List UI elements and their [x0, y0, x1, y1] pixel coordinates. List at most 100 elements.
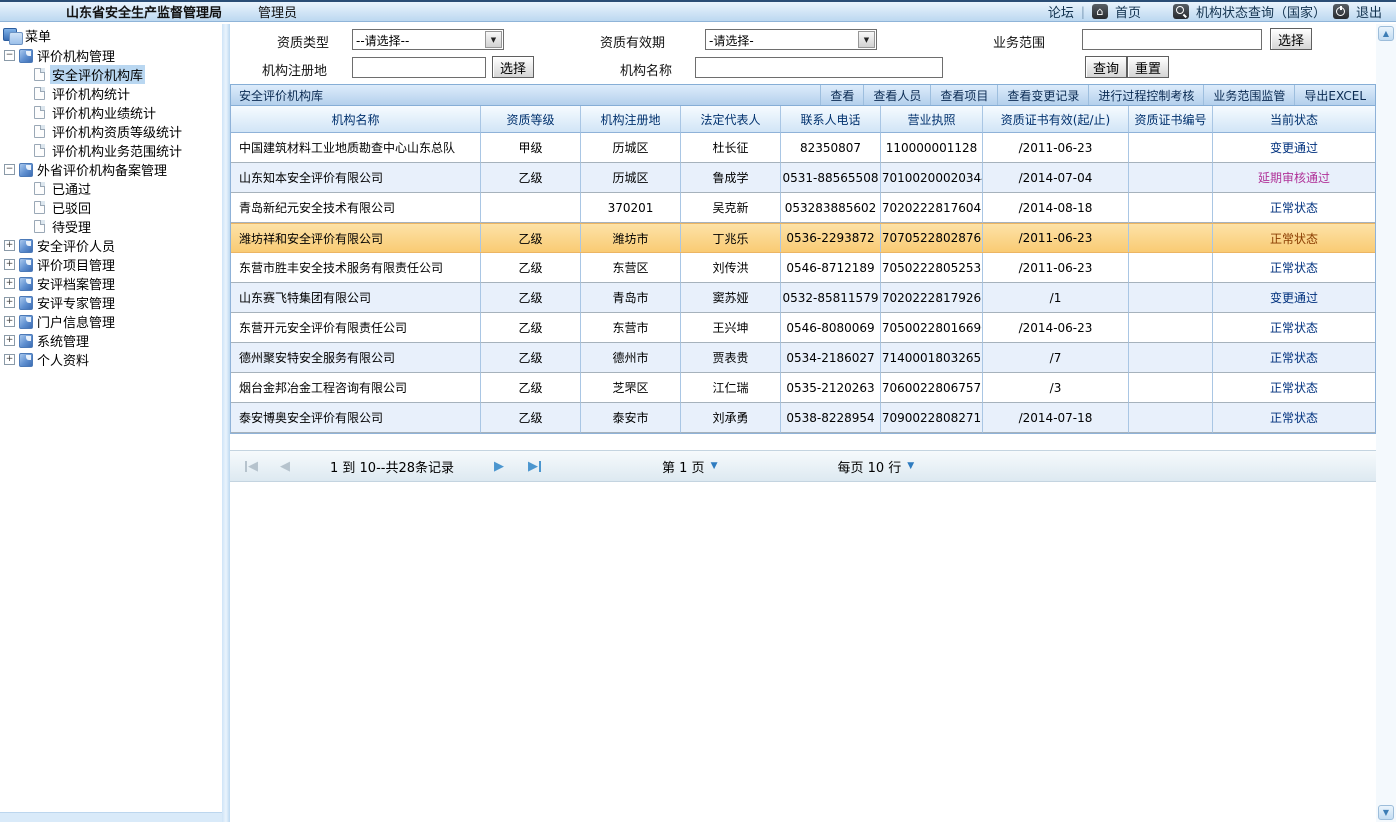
sidebar-node-label[interactable]: 个人资料 [37, 350, 89, 369]
home-icon[interactable] [1092, 4, 1108, 19]
sidebar-item[interactable]: 已驳回 [0, 198, 222, 217]
next-page-button[interactable]: ▶ [494, 459, 504, 474]
sidebar-item-label[interactable]: 评价机构统计 [50, 84, 132, 103]
last-page-button[interactable]: ▶ [528, 459, 542, 474]
scope-choose-button[interactable]: 选择 [1270, 28, 1312, 50]
expand-icon[interactable]: + [4, 316, 15, 327]
sidebar-item[interactable]: 已通过 [0, 179, 222, 198]
table-cell [1129, 224, 1213, 252]
sidebar-item[interactable]: 待受理 [0, 217, 222, 236]
column-header[interactable]: 机构注册地 [581, 106, 681, 133]
table-row[interactable]: 潍坊祥和安全评价有限公司乙级潍坊市丁兆乐0536-229387237070522… [231, 223, 1375, 253]
column-header[interactable]: 法定代表人 [681, 106, 781, 133]
column-header[interactable]: 联系人电话 [781, 106, 881, 133]
sidebar-item[interactable]: 安全评价机构库 [0, 65, 222, 84]
toolbar-button-1[interactable]: 查看人员 [863, 85, 930, 105]
search-button[interactable]: 查询 [1085, 56, 1127, 78]
column-header[interactable]: 机构名称 [231, 106, 481, 133]
sidebar-node[interactable]: + 安全评价人员 [0, 236, 222, 255]
table-row[interactable]: 泰安博奥安全评价有限公司乙级泰安市刘承勇0538-822895437090022… [231, 403, 1375, 433]
scope-input[interactable] [1082, 29, 1262, 50]
sidebar-node[interactable]: − 评价机构管理 [0, 46, 222, 65]
per-page-caret-icon[interactable]: ▼ [907, 461, 914, 471]
dropdown-arrow-icon[interactable]: ▼ [485, 31, 502, 48]
toolbar-button-6[interactable]: 导出EXCEL [1294, 85, 1375, 105]
toolbar-button-5[interactable]: 业务范围监管 [1203, 85, 1294, 105]
expand-icon[interactable]: + [4, 278, 15, 289]
sidebar-node[interactable]: + 系统管理 [0, 331, 222, 350]
sidebar-node[interactable]: − 外省评价机构备案管理 [0, 160, 222, 179]
prev-page-button[interactable]: ◀ [280, 459, 290, 474]
sidebar-node-label[interactable]: 安评专家管理 [37, 293, 115, 312]
sidebar-node-label[interactable]: 安全评价人员 [37, 236, 115, 255]
table-row[interactable]: 青岛新纪元安全技术有限公司370201吴克新053283885602370202… [231, 193, 1375, 223]
sidebar-item-label[interactable]: 安全评价机构库 [50, 65, 145, 84]
table-row[interactable]: 东营开元安全评价有限责任公司乙级东营市王兴坤0546-8080069370500… [231, 313, 1375, 343]
sidebar-item-label[interactable]: 评价机构业务范围统计 [50, 141, 184, 160]
table-row[interactable]: 德州聚安特安全服务有限公司乙级德州市贾表贵0534-21860273714000… [231, 343, 1375, 373]
sidebar-node[interactable]: + 评价项目管理 [0, 255, 222, 274]
column-header[interactable]: 当前状态 [1213, 106, 1375, 133]
logout-link[interactable]: 退出 [1356, 2, 1382, 21]
status-query-icon[interactable] [1173, 4, 1189, 19]
table-row[interactable]: 山东知本安全评价有限公司乙级历城区鲁成学0531-885655083701002… [231, 163, 1375, 193]
reg-input[interactable] [352, 57, 486, 78]
table-row[interactable]: 东营市胜丰安全技术服务有限责任公司乙级东营区刘传洪0546-8712189370… [231, 253, 1375, 283]
vertical-scrollbar[interactable]: ▲ ▼ [1376, 24, 1396, 822]
panel-divider[interactable] [222, 24, 230, 822]
sidebar-item-label[interactable]: 已通过 [50, 179, 93, 198]
expand-icon[interactable]: + [4, 354, 15, 365]
toolbar-button-4[interactable]: 进行过程控制考核 [1088, 85, 1203, 105]
sidebar-node[interactable]: + 安评专家管理 [0, 293, 222, 312]
page-select-caret-icon[interactable]: ▼ [711, 461, 718, 471]
column-header[interactable]: 资质证书编号 [1129, 106, 1213, 133]
sidebar-node-label[interactable]: 安评档案管理 [37, 274, 115, 293]
logout-icon[interactable] [1333, 4, 1349, 19]
table-row[interactable]: 山东赛飞特集团有限公司乙级青岛市窦苏娅0532-8581157937020222… [231, 283, 1375, 313]
sidebar-item[interactable]: 评价机构业务范围统计 [0, 141, 222, 160]
column-header[interactable]: 资质等级 [481, 106, 581, 133]
expand-icon[interactable]: + [4, 240, 15, 251]
sidebar-node[interactable]: + 安评档案管理 [0, 274, 222, 293]
sidebar-node-label[interactable]: 评价机构管理 [37, 46, 115, 65]
first-page-button[interactable]: ◀ [244, 459, 258, 474]
qual-type-select[interactable]: --请选择-- ▼ [352, 29, 504, 50]
sidebar-item-label[interactable]: 待受理 [50, 217, 93, 236]
sidebar-item-label[interactable]: 评价机构资质等级统计 [50, 122, 184, 141]
dropdown-arrow-icon[interactable]: ▼ [858, 31, 875, 48]
org-name-input[interactable] [695, 57, 943, 78]
reset-button[interactable]: 重置 [1127, 56, 1169, 78]
toolbar-button-3[interactable]: 查看变更记录 [997, 85, 1088, 105]
reg-choose-button[interactable]: 选择 [492, 56, 534, 78]
forum-link[interactable]: 论坛 [1048, 2, 1074, 21]
sidebar-node[interactable]: + 个人资料 [0, 350, 222, 369]
sidebar-node-label[interactable]: 门户信息管理 [37, 312, 115, 331]
sidebar-node[interactable]: + 门户信息管理 [0, 312, 222, 331]
expand-icon[interactable]: + [4, 335, 15, 346]
sidebar-item[interactable]: 评价机构业绩统计 [0, 103, 222, 122]
scroll-up-icon[interactable]: ▲ [1378, 26, 1394, 41]
toolbar-button-2[interactable]: 查看项目 [930, 85, 997, 105]
table-row[interactable]: 烟台金邦冶金工程咨询有限公司乙级芝罘区江仁瑞0535-2120263370600… [231, 373, 1375, 403]
sidebar-node-label[interactable]: 外省评价机构备案管理 [37, 160, 167, 179]
collapse-icon[interactable]: − [4, 50, 15, 61]
sidebar-item[interactable]: 评价机构统计 [0, 84, 222, 103]
table-cell: 0531-88565508 [781, 163, 881, 193]
sidebar-node-label[interactable]: 评价项目管理 [37, 255, 115, 274]
expand-icon[interactable]: + [4, 297, 15, 308]
sidebar-node-label[interactable]: 系统管理 [37, 331, 89, 350]
toolbar-button-0[interactable]: 查看 [820, 85, 863, 105]
sidebar-item[interactable]: 评价机构资质等级统计 [0, 122, 222, 141]
validity-select[interactable]: -请选择- ▼ [705, 29, 877, 50]
collapse-icon[interactable]: − [4, 164, 15, 175]
table-row[interactable]: 中国建筑材料工业地质勘查中心山东总队甲级历城区杜长征82350807110000… [231, 133, 1375, 163]
column-header[interactable]: 营业执照 [881, 106, 983, 133]
expand-icon[interactable]: + [4, 259, 15, 270]
sidebar-item-label[interactable]: 已驳回 [50, 198, 93, 217]
scroll-down-icon[interactable]: ▼ [1378, 805, 1394, 820]
sidebar-item-label[interactable]: 评价机构业绩统计 [50, 103, 158, 122]
folder-icon [19, 353, 33, 367]
column-header[interactable]: 资质证书有效(起/止) [983, 106, 1129, 133]
home-link[interactable]: 首页 [1115, 2, 1141, 21]
status-query-link[interactable]: 机构状态查询（国家） [1196, 2, 1326, 21]
